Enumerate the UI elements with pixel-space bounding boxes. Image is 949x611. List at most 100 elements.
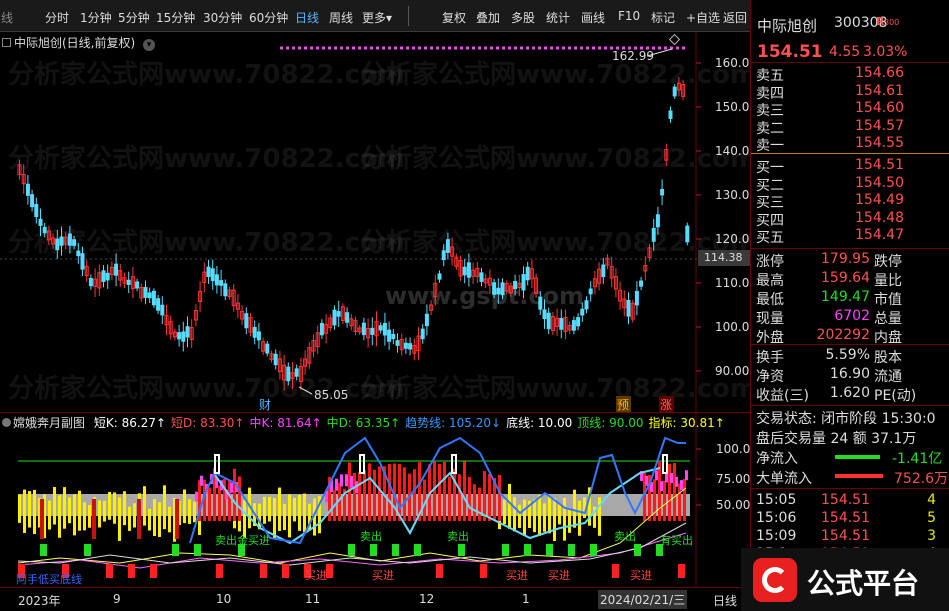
- axis-label: 2023年: [18, 594, 61, 608]
- tab-15min[interactable]: 15分钟: [156, 9, 195, 26]
- price-tick-label: 110.0: [715, 276, 749, 290]
- chevron-down-icon[interactable]: ▾: [143, 39, 156, 51]
- indicator-bar: [503, 499, 506, 525]
- candle-body: [105, 272, 110, 281]
- tab-5min[interactable]: 5分钟: [118, 9, 150, 26]
- candle-body: [126, 279, 131, 286]
- mark-button[interactable]: 标记: [651, 9, 675, 26]
- collapse-icon[interactable]: [2, 38, 11, 47]
- cycle-label[interactable]: 日线: [713, 592, 737, 609]
- indicator-bar: [83, 502, 86, 531]
- order-price: 154.61: [855, 82, 904, 99]
- stats-button[interactable]: 统计: [546, 9, 570, 26]
- indicator-header: 嫦娥奔月副图 短K: 86.27↑ 短D: 83.30↑ 中K: 81.64↑ 中D:…: [2, 414, 725, 431]
- rise-marker[interactable]: 涨: [660, 397, 672, 412]
- finance-marker[interactable]: 财: [259, 398, 271, 412]
- top-marker: [214, 454, 220, 474]
- candle-body: [521, 274, 526, 291]
- brand-text: 公式平台: [807, 567, 920, 600]
- indicator-menu-icon[interactable]: [2, 418, 11, 427]
- indicator-bar: [345, 474, 348, 487]
- axis-cursor-date: 2024/02/21/三: [598, 590, 688, 609]
- tab-1min[interactable]: 1分钟: [80, 9, 112, 26]
- order-book-row[interactable]: 卖一 154.55: [756, 135, 946, 154]
- stat-label: 现量: [756, 311, 784, 327]
- candle-body: [546, 312, 551, 330]
- indicator-param: 顶线: 90.00: [577, 416, 644, 430]
- candle-body: [420, 328, 425, 340]
- indicator-param: 指标: 30.81↑: [648, 416, 725, 430]
- divider: [751, 248, 949, 249]
- indicator-bar: [195, 491, 198, 502]
- candle-body: [345, 312, 350, 323]
- order-book-row[interactable]: 卖三 154.60: [756, 100, 946, 119]
- stat-label: 股本: [874, 350, 902, 366]
- f10-button[interactable]: F10: [618, 9, 640, 23]
- candle-body: [462, 266, 467, 276]
- divider: [751, 488, 949, 489]
- indicator-bar: [40, 499, 44, 539]
- order-book-row[interactable]: 买五 154.47: [756, 227, 946, 246]
- toolbar-item[interactable]: 线: [1, 9, 13, 26]
- price-change-pct: 3.03%: [863, 44, 908, 60]
- order-book-row[interactable]: 买一 154.51: [756, 157, 946, 176]
- more-menu[interactable]: 更多▾: [362, 9, 392, 26]
- indicator-bar: [513, 497, 516, 532]
- indicator-bar: [573, 489, 576, 528]
- indicator-param: 短K: 86.27↑: [93, 416, 166, 430]
- indicator-panel[interactable]: 100.0 75.00 50.00 卖出 卖出 卖出 卖出金买进 有买出 买进 买进…: [0, 412, 750, 588]
- draw-line-button[interactable]: 画线: [581, 9, 605, 26]
- candle-body: [492, 282, 497, 295]
- signal-block: [414, 544, 421, 556]
- overlay-button[interactable]: 叠加: [476, 9, 500, 26]
- tick-price: 154.51: [821, 492, 870, 508]
- axis-label: 12: [419, 592, 435, 606]
- restore-rights-button[interactable]: 复权: [442, 9, 466, 26]
- candle-body: [500, 282, 505, 296]
- tab-daily[interactable]: 日线: [295, 9, 319, 26]
- candle-body: [206, 266, 211, 277]
- price-tick-label: 100.0: [715, 320, 749, 334]
- kline-chart[interactable]: 分析家公式网www.70822.com 分析家公式网www.70822.com …: [0, 32, 757, 412]
- forecast-marker[interactable]: 预: [617, 398, 629, 412]
- stat-label: 换手: [756, 350, 784, 366]
- indicator-bar: [488, 474, 491, 521]
- signal-block: [150, 564, 157, 578]
- tab-fenshi[interactable]: 分时: [45, 9, 69, 26]
- stat-label: PE(动): [874, 388, 917, 404]
- multi-stock-button[interactable]: 多股: [511, 9, 535, 26]
- order-book-row[interactable]: 买二 154.50: [756, 175, 946, 194]
- tab-60min[interactable]: 60分钟: [249, 9, 288, 26]
- stat-label: 最低: [756, 292, 784, 308]
- price-tick-label: 150.0: [715, 100, 749, 114]
- order-book-row[interactable]: 买三 154.49: [756, 192, 946, 211]
- tab-30min[interactable]: 30分钟: [203, 9, 242, 26]
- current-price-tag: 114.38: [698, 250, 750, 266]
- order-book-row[interactable]: 卖五 154.66: [756, 65, 946, 84]
- order-book-row[interactable]: 卖二 154.57: [756, 117, 946, 137]
- candle-body: [538, 296, 543, 310]
- indicator-bar: [663, 480, 666, 521]
- tab-weekly[interactable]: 周线: [329, 9, 353, 26]
- add-watchlist-button[interactable]: +自选: [686, 9, 720, 26]
- candle-body: [571, 320, 576, 331]
- brand-badge: 公式平台: [741, 548, 949, 611]
- chart-title: 中际旭创(日线,前复权): [14, 36, 136, 50]
- indicator-bar: [158, 502, 161, 537]
- indicator-bar: [443, 461, 446, 521]
- signal-buy: 买进: [372, 569, 394, 582]
- order-book-row[interactable]: 卖四 154.61: [756, 82, 946, 102]
- divider: [408, 6, 409, 26]
- candle-body: [38, 218, 43, 226]
- order-book-row[interactable]: 买四 154.48: [756, 209, 946, 229]
- candle-body: [336, 311, 341, 317]
- indicator-param: 中K: 81.64↑: [249, 416, 322, 430]
- order-price: 154.48: [855, 209, 904, 226]
- order-price: 154.57: [855, 117, 904, 134]
- signal-sell: 卖出: [360, 529, 382, 543]
- candle-body: [151, 290, 156, 306]
- indicator-bar: [685, 470, 688, 481]
- signal-block: [436, 564, 443, 578]
- back-button[interactable]: 返回: [723, 9, 747, 26]
- tick-volume: 4: [927, 492, 936, 508]
